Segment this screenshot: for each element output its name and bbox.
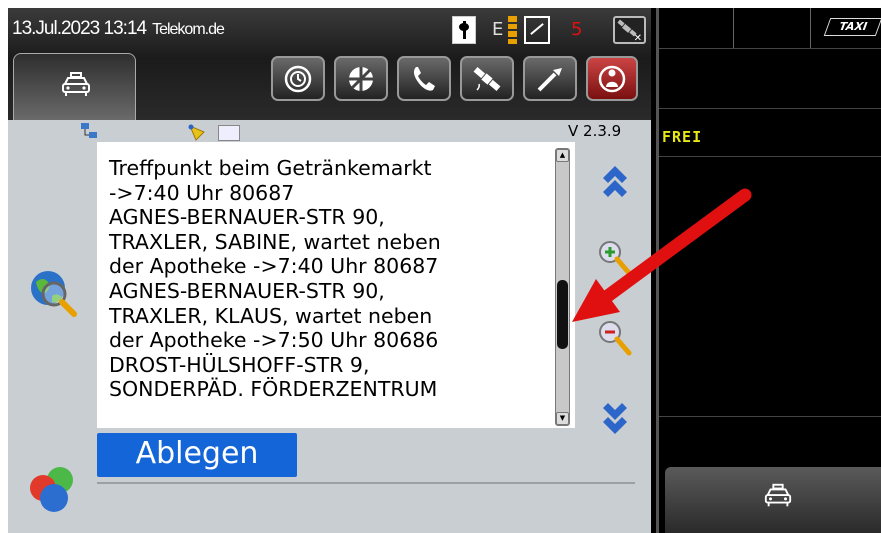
ablegen-button[interactable]: Ablegen <box>97 433 297 477</box>
phone-icon <box>413 66 435 91</box>
tools-icon <box>537 67 562 91</box>
taxi-icon <box>764 483 792 507</box>
meter-status: FREI <box>662 128 703 146</box>
clock-icon <box>284 65 312 92</box>
tools-button[interactable] <box>523 56 577 101</box>
meter-header: TAXI <box>659 8 881 49</box>
navigation-device-screen: 13.Jul.2023 13:14 Telekom.de E 5 ✕ V 2.3… <box>8 8 881 533</box>
dispatch-icon <box>349 66 373 91</box>
clock-button[interactable] <box>271 56 325 101</box>
zoom-out-icon[interactable] <box>598 320 632 358</box>
scroll-up-icon[interactable] <box>600 160 630 200</box>
taxi-icon <box>62 72 90 96</box>
satellite-off-icon <box>613 16 646 44</box>
message-panel: V 2.3.9 Treffpunkt beim Getränkemarkt ->… <box>8 120 651 533</box>
satellite-icon <box>473 66 501 91</box>
datetime: 13.Jul.2023 13:14 Telekom.de <box>12 18 225 40</box>
operator-text: Telekom.de <box>152 21 225 38</box>
alarm-icon <box>598 65 626 92</box>
datetime-text: 13.Jul.2023 13:14 <box>12 18 147 39</box>
message-scrollbar[interactable]: ▲ ▼ <box>555 148 570 426</box>
network-icon <box>81 123 97 138</box>
bell-icon <box>188 124 205 141</box>
dispatch-button[interactable] <box>334 56 388 101</box>
no-data-icon <box>524 16 550 44</box>
taxi-meter-panel: TAXI FREI <box>656 8 881 533</box>
taxi-tab[interactable] <box>13 53 136 120</box>
meter-taxi-button[interactable] <box>665 467 881 533</box>
scroll-down-icon[interactable] <box>600 400 630 440</box>
color-balls-icon[interactable] <box>26 464 78 516</box>
message-counter: 5 <box>571 19 583 40</box>
phone-button[interactable] <box>397 56 451 101</box>
alarm-button[interactable] <box>586 56 638 101</box>
globe-search-icon[interactable] <box>28 268 78 318</box>
message-text-box[interactable]: Treffpunkt beim Getränkemarkt ->7:40 Uhr… <box>97 142 575 428</box>
version-label: V 2.3.9 <box>568 122 622 140</box>
gps-antenna-icon <box>452 16 476 44</box>
zoom-in-icon[interactable] <box>598 240 632 278</box>
signal-bars-icon <box>508 16 517 44</box>
scrollbar-thumb[interactable] <box>557 279 568 349</box>
divider <box>97 482 635 484</box>
scroll-down-small-button[interactable]: ▼ <box>556 412 569 425</box>
satellite-button[interactable] <box>460 56 514 101</box>
taxi-badge: TAXI <box>823 18 881 36</box>
mail-icon <box>218 125 240 141</box>
scroll-up-small-button[interactable]: ▲ <box>556 149 569 162</box>
status-bar: 13.Jul.2023 13:14 Telekom.de E 5 <box>8 8 651 120</box>
message-text: Treffpunkt beim Getränkemarkt ->7:40 Uhr… <box>109 156 441 402</box>
